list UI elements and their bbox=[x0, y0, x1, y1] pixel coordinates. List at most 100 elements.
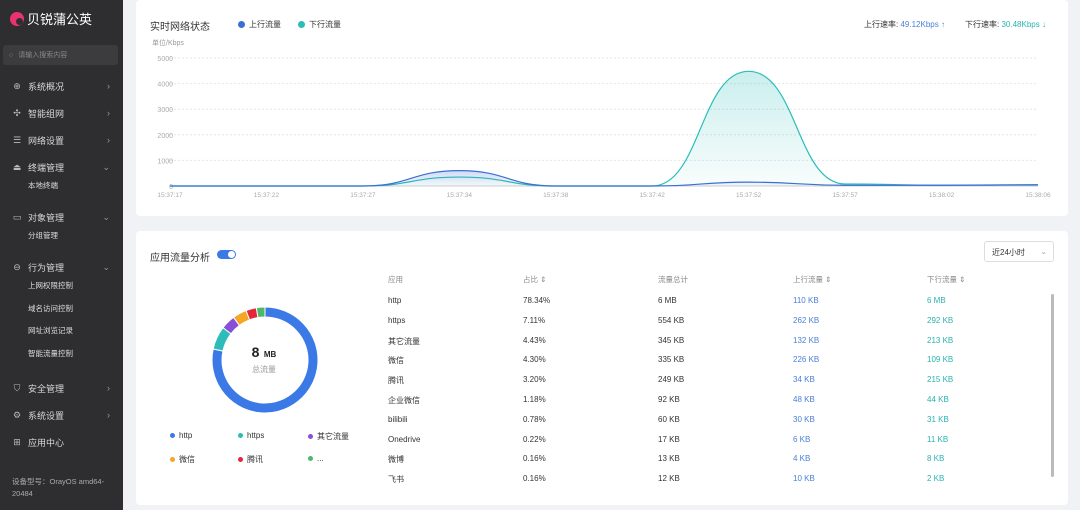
table-cell: 8 KB bbox=[927, 454, 945, 464]
y-tick-label: 1000 bbox=[157, 158, 173, 165]
table-cell: 31 KB bbox=[927, 414, 949, 424]
y-tick-label: 3000 bbox=[157, 107, 173, 114]
app-traffic-title: 应用流量分析 bbox=[150, 253, 210, 264]
column-header: 应用 bbox=[388, 275, 403, 284]
legend-dot bbox=[308, 434, 313, 439]
total-value: 8 bbox=[251, 344, 260, 360]
table-cell: 0.16% bbox=[523, 474, 546, 484]
table-cell: 企业微信 bbox=[388, 396, 420, 405]
table-cell: 0.22% bbox=[523, 434, 546, 444]
table-cell: 6 MB bbox=[927, 296, 946, 305]
table-cell: 30 KB bbox=[793, 414, 815, 424]
legend-dot bbox=[308, 456, 313, 461]
total-label: 总流量 bbox=[252, 365, 276, 374]
table-cell: 44 KB bbox=[927, 395, 949, 404]
series-area-1 bbox=[170, 71, 1038, 186]
range-select[interactable]: 近24小时 ⌄ bbox=[984, 241, 1054, 262]
sidebar-subitem[interactable]: 上网权限控制 bbox=[28, 280, 73, 291]
table-scrollbar[interactable] bbox=[1051, 294, 1054, 477]
series-area-0 bbox=[170, 170, 1038, 186]
table-cell: 48 KB bbox=[793, 395, 815, 404]
column-header[interactable]: 占比 ⇕ bbox=[523, 274, 546, 285]
legend-label: 腾讯 bbox=[247, 455, 263, 464]
table-cell: 4.30% bbox=[523, 355, 546, 365]
sidebar-item-label: 系统设置 bbox=[28, 410, 65, 421]
table-cell: 92 KB bbox=[658, 395, 680, 404]
table-cell: 微信 bbox=[388, 356, 404, 366]
x-tick-label: 15:38:06 bbox=[1025, 192, 1051, 199]
legend-label: ... bbox=[317, 454, 324, 463]
table-cell: 3.20% bbox=[523, 375, 546, 385]
table-cell: 1.18% bbox=[523, 395, 546, 404]
sidebar-item-label: 安全管理 bbox=[28, 383, 65, 394]
x-tick-label: 15:37:42 bbox=[640, 192, 666, 199]
column-header[interactable]: 下行流量 ⇕ bbox=[927, 274, 965, 285]
column-header[interactable]: 上行流量 ⇕ bbox=[793, 274, 831, 285]
table-cell: 4 KB bbox=[793, 454, 811, 464]
sidebar-subitem[interactable]: 分组管理 bbox=[28, 230, 58, 241]
table-cell: 78.34% bbox=[523, 296, 551, 305]
donut-legend-item[interactable]: ... bbox=[308, 454, 324, 463]
donut-legend-item[interactable]: 腾讯 bbox=[238, 454, 263, 465]
table-cell: 6 MB bbox=[658, 296, 677, 305]
table-cell: 17 KB bbox=[658, 434, 680, 444]
donut-legend-item[interactable]: https bbox=[238, 431, 264, 440]
sidebar-item-7[interactable]: ⚙ 系统设置 › bbox=[0, 405, 123, 425]
y-tick-label: 0 bbox=[169, 184, 173, 191]
table-cell: 10 KB bbox=[793, 474, 815, 484]
table-cell: 345 KB bbox=[658, 335, 685, 345]
shield-icon: ⛉ bbox=[13, 382, 21, 393]
table-cell: 11 KB bbox=[927, 434, 949, 444]
x-tick-label: 15:37:34 bbox=[447, 192, 473, 199]
donut-center: 8 MB 总流量 bbox=[224, 344, 304, 375]
sidebar-subitem[interactable]: 域名访问控制 bbox=[28, 303, 73, 314]
chevron-right-icon: › bbox=[107, 410, 110, 420]
legend-dot bbox=[170, 457, 175, 462]
donut-legend-item[interactable]: http bbox=[170, 431, 192, 440]
series-line-1 bbox=[170, 70, 1039, 187]
chevron-down-icon: ⌄ bbox=[102, 261, 110, 272]
donut-legend-item[interactable]: 微信 bbox=[170, 454, 195, 465]
sidebar-subitem[interactable]: 网址浏览记录 bbox=[28, 325, 73, 336]
x-tick-label: 15:37:17 bbox=[157, 192, 183, 199]
column-header: 流量总计 bbox=[658, 275, 688, 284]
y-tick-label: 2000 bbox=[157, 133, 173, 140]
donut-legend-item[interactable]: 其它流量 bbox=[308, 431, 349, 442]
table-cell: 34 KB bbox=[793, 375, 815, 385]
chevron-down-icon: ⌄ bbox=[1040, 247, 1047, 256]
table-cell: 13 KB bbox=[658, 454, 680, 464]
x-tick-label: 15:37:22 bbox=[254, 192, 280, 199]
table-cell: 飞书 bbox=[388, 475, 404, 485]
x-tick-label: 15:37:57 bbox=[832, 192, 858, 199]
table-cell: 249 KB bbox=[658, 375, 685, 385]
table-cell: 554 KB bbox=[658, 315, 685, 325]
table-cell: 2 KB bbox=[927, 474, 945, 484]
sidebar-item-label: 应用中心 bbox=[28, 437, 65, 448]
sidebar-item-6[interactable]: ⛉ 安全管理 › bbox=[0, 378, 123, 398]
traffic-chart: 单位/Kbps 0 1000 2000 3000 4000 5000 15:37:17 15:3… bbox=[152, 38, 1051, 199]
legend-label: http bbox=[179, 431, 193, 440]
table-cell: 腾讯 bbox=[388, 376, 404, 386]
gear-icon: ⚙ bbox=[12, 409, 22, 420]
y-tick-label: 5000 bbox=[157, 56, 173, 63]
legend-label: https bbox=[247, 431, 265, 440]
table-cell: 其它流量 bbox=[388, 336, 420, 346]
device-model: 设备型号：OrayOS amd64-20484 bbox=[12, 477, 105, 498]
sidebar-item-5[interactable]: ⊖ 行为管理 ⌄ bbox=[0, 257, 123, 277]
table-cell: 6 KB bbox=[793, 434, 811, 444]
table-cell: 4.43% bbox=[523, 335, 546, 345]
sidebar-subitem[interactable]: 智能流量控制 bbox=[28, 348, 73, 359]
table-cell: http bbox=[388, 296, 402, 305]
table-cell: 60 KB bbox=[658, 414, 680, 424]
table-cell: 226 KB bbox=[793, 355, 820, 365]
table-cell: 7.11% bbox=[523, 315, 546, 325]
toggle-switch[interactable] bbox=[217, 250, 236, 259]
donut-slice[interactable] bbox=[255, 306, 266, 319]
table-cell: Onedrive bbox=[388, 434, 421, 444]
sidebar-item-8[interactable]: ⊞ 应用中心 bbox=[0, 432, 123, 452]
table-cell: 0.78% bbox=[523, 414, 546, 424]
range-value: 近24小时 bbox=[992, 248, 1025, 257]
x-tick-label: 15:37:52 bbox=[736, 192, 762, 199]
sidebar-item-label: 行为管理 bbox=[28, 262, 65, 273]
legend-dot bbox=[238, 433, 243, 438]
